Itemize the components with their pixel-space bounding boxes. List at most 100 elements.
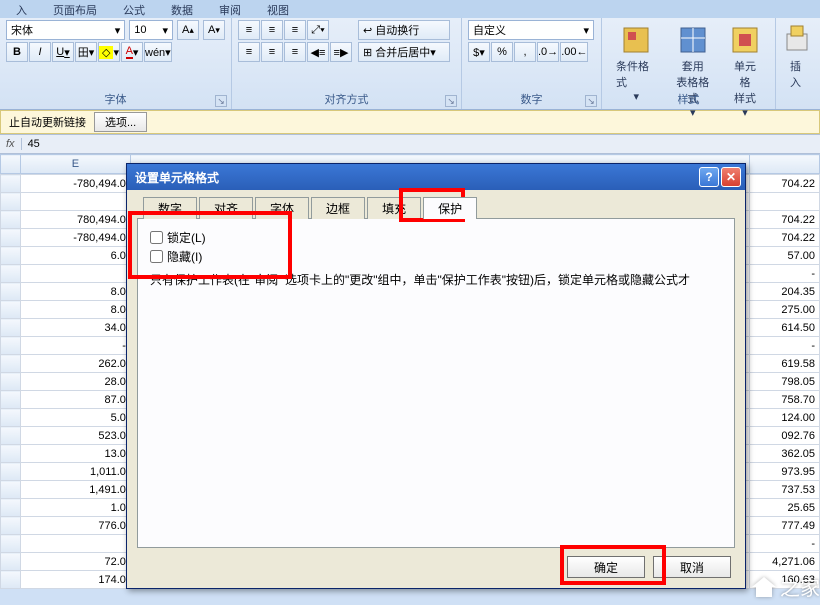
row-header[interactable] <box>1 391 21 409</box>
align-right-button[interactable]: ≡ <box>284 42 306 62</box>
cell[interactable]: 174.0 <box>20 571 130 589</box>
conditional-format-button[interactable]: 条件格式▾ <box>608 20 665 123</box>
cell[interactable]: -780,494.0 <box>20 175 130 193</box>
cell[interactable]: 758.70 <box>750 391 820 409</box>
row-header[interactable] <box>1 319 21 337</box>
orientation-button[interactable]: ⤢▾ <box>307 20 329 40</box>
cell[interactable]: 57.00 <box>750 247 820 265</box>
tab-border[interactable]: 边框 <box>311 197 365 219</box>
cell[interactable]: 28.0 <box>20 373 130 391</box>
dialog-titlebar[interactable]: 设置单元格格式 ? ✕ <box>127 164 745 190</box>
cell[interactable]: 776.0 <box>20 517 130 535</box>
cell[interactable]: - <box>750 337 820 355</box>
cell[interactable]: 4,271.06 <box>750 553 820 571</box>
cell[interactable]: - <box>750 535 820 553</box>
number-format-combo[interactable]: 自定义▾ <box>468 20 594 40</box>
hide-checkbox-row[interactable]: 隐藏(I) <box>150 248 722 265</box>
cell[interactable] <box>20 193 130 211</box>
row-header[interactable] <box>1 481 21 499</box>
close-button[interactable]: ✕ <box>721 167 741 187</box>
cell[interactable]: 8.0 <box>20 283 130 301</box>
cell[interactable]: 780,494.0 <box>20 211 130 229</box>
cell[interactable]: 798.05 <box>750 373 820 391</box>
cell[interactable]: 1,491.0 <box>20 481 130 499</box>
font-color-button[interactable]: A▾ <box>121 42 143 62</box>
row-header[interactable] <box>1 265 21 283</box>
cell[interactable]: 204.35 <box>750 283 820 301</box>
insert-cells-button[interactable]: 插入 <box>782 20 812 94</box>
italic-button[interactable]: I <box>29 42 51 62</box>
accounting-button[interactable]: $▾ <box>468 42 490 62</box>
dialog-launcher-icon[interactable]: ↘ <box>585 95 597 107</box>
row-header[interactable] <box>1 463 21 481</box>
cell[interactable]: 25.65 <box>750 499 820 517</box>
tab-number[interactable]: 数字 <box>143 197 197 219</box>
cell[interactable]: 262.0 <box>20 355 130 373</box>
cell[interactable]: 8.0 <box>20 301 130 319</box>
font-size-combo[interactable]: 10▾ <box>129 20 173 40</box>
phonetic-button[interactable]: wén▾ <box>144 42 172 62</box>
increase-decimal-button[interactable]: .0→ <box>537 42 559 62</box>
align-center-button[interactable]: ≡ <box>261 42 283 62</box>
fill-color-button[interactable]: ◇▾ <box>98 42 120 62</box>
format-as-table-button[interactable]: 套用 表格格式▾ <box>665 20 722 123</box>
row-header[interactable] <box>1 175 21 193</box>
shrink-font-button[interactable]: A▾ <box>203 20 225 40</box>
align-middle-button[interactable]: ≡ <box>261 20 283 40</box>
decrease-decimal-button[interactable]: .00← <box>560 42 588 62</box>
dialog-launcher-icon[interactable]: ↘ <box>445 95 457 107</box>
bold-button[interactable]: B <box>6 42 28 62</box>
align-left-button[interactable]: ≡ <box>238 42 260 62</box>
grow-font-button[interactable]: A▴ <box>177 20 199 40</box>
underline-button[interactable]: U▾ <box>52 42 74 62</box>
align-top-button[interactable]: ≡ <box>238 20 260 40</box>
ribbon-tab[interactable]: 审阅 <box>207 0 253 18</box>
row-header[interactable] <box>1 535 21 553</box>
column-header[interactable]: E <box>20 155 130 174</box>
ribbon-tab[interactable]: 视图 <box>255 0 301 18</box>
row-header[interactable] <box>1 301 21 319</box>
comma-button[interactable]: , <box>514 42 536 62</box>
options-button[interactable]: 选项... <box>94 112 147 132</box>
cell-styles-button[interactable]: 单元格 样式▾ <box>721 20 769 123</box>
cell[interactable]: 124.00 <box>750 409 820 427</box>
cancel-button[interactable]: 取消 <box>653 556 731 578</box>
row-header[interactable] <box>1 193 21 211</box>
cell[interactable]: 362.05 <box>750 445 820 463</box>
cell[interactable]: 704.22 <box>750 211 820 229</box>
cell[interactable]: 160.63 <box>750 571 820 589</box>
row-header[interactable] <box>1 427 21 445</box>
ribbon-tab[interactable]: 数据 <box>159 0 205 18</box>
cell[interactable]: 704.22 <box>750 229 820 247</box>
cell[interactable]: 092.76 <box>750 427 820 445</box>
row-header[interactable] <box>1 211 21 229</box>
cell[interactable]: 1.0 <box>20 499 130 517</box>
cell[interactable]: 1,011.0 <box>20 463 130 481</box>
lock-checkbox-row[interactable]: 锁定(L) <box>150 229 722 246</box>
tab-font[interactable]: 字体 <box>255 197 309 219</box>
help-button[interactable]: ? <box>699 167 719 187</box>
align-bottom-button[interactable]: ≡ <box>284 20 306 40</box>
cell[interactable]: 973.95 <box>750 463 820 481</box>
cell[interactable]: 6.0 <box>20 247 130 265</box>
tab-fill[interactable]: 填充 <box>367 197 421 219</box>
row-header[interactable] <box>1 373 21 391</box>
font-name-combo[interactable]: 宋体▾ <box>6 20 125 40</box>
ribbon-tab[interactable]: 页面布局 <box>41 0 109 18</box>
row-header[interactable] <box>1 517 21 535</box>
cell[interactable]: 737.53 <box>750 481 820 499</box>
increase-indent-button[interactable]: ≡▶ <box>330 42 352 62</box>
cell[interactable]: 619.58 <box>750 355 820 373</box>
percent-button[interactable]: % <box>491 42 513 62</box>
cell[interactable]: 5.0 <box>20 409 130 427</box>
cell[interactable]: -780,494.0 <box>20 229 130 247</box>
merge-center-button[interactable]: ⊞ 合并后居中▾ <box>358 42 450 62</box>
formula-value[interactable]: 45 <box>22 138 46 150</box>
row-header[interactable] <box>1 337 21 355</box>
cell[interactable] <box>20 535 130 553</box>
cell[interactable]: 87.0 <box>20 391 130 409</box>
cell[interactable]: - <box>20 337 130 355</box>
cell[interactable] <box>20 265 130 283</box>
cell[interactable]: 34.0 <box>20 319 130 337</box>
lock-checkbox[interactable] <box>150 231 163 244</box>
